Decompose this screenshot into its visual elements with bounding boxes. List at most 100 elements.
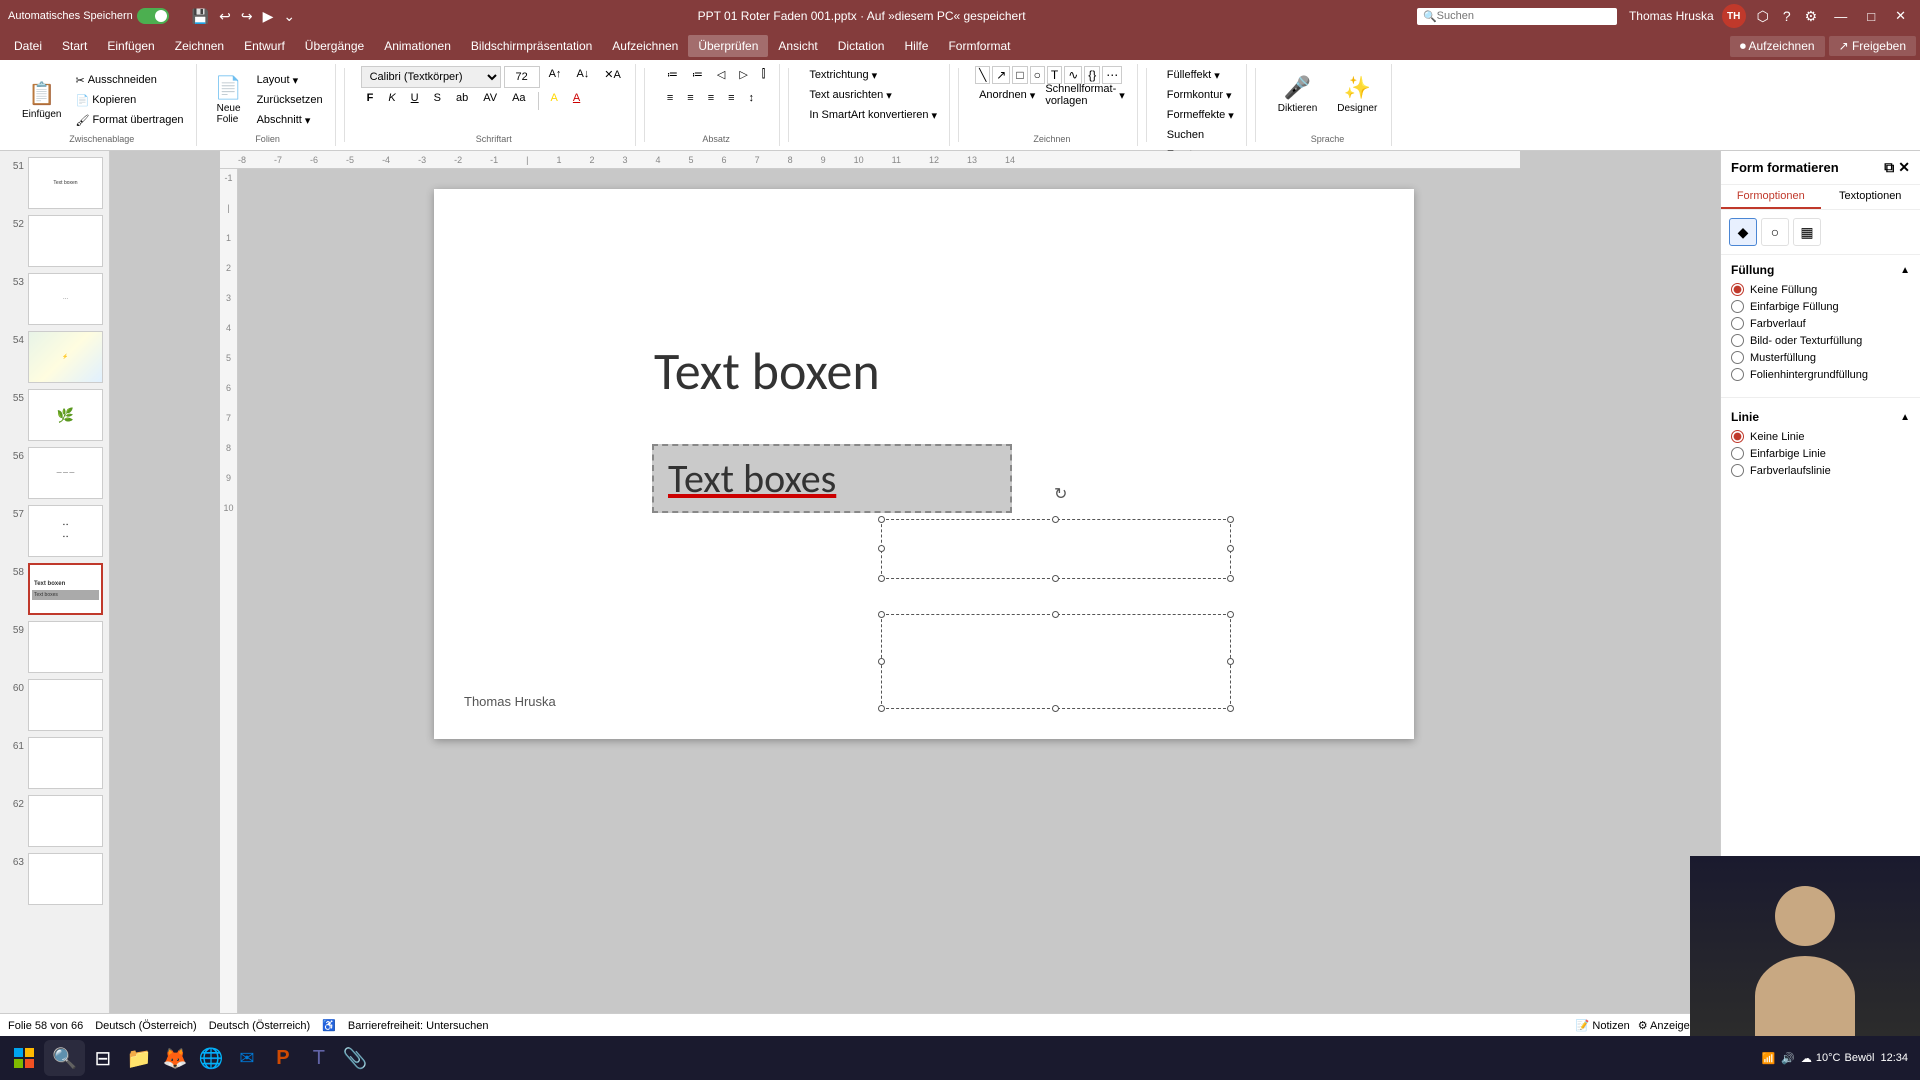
list-ordered-btn[interactable]: ≔ bbox=[686, 66, 709, 88]
btn-diktieren[interactable]: 🎤 Diktieren bbox=[1272, 66, 1323, 122]
handle-bl[interactable] bbox=[878, 575, 885, 582]
radio-keine-linie-input[interactable] bbox=[1731, 430, 1744, 443]
outdent-btn[interactable]: ◁ bbox=[711, 66, 731, 88]
taskbar-teams[interactable]: T bbox=[301, 1040, 337, 1076]
slide-thumb-63[interactable]: 63 bbox=[4, 851, 105, 907]
slide-text-main[interactable]: Text boxen bbox=[654, 339, 880, 403]
wifi-icon[interactable]: 📶 bbox=[1762, 1052, 1776, 1065]
fullung-header[interactable]: Füllung ▲ bbox=[1731, 263, 1910, 277]
handle-mr[interactable] bbox=[1227, 545, 1234, 552]
radio-keine-linie[interactable]: Keine Linie bbox=[1731, 430, 1910, 443]
menu-ansicht[interactable]: Ansicht bbox=[768, 35, 827, 57]
align-right-btn[interactable]: ≡ bbox=[702, 90, 720, 112]
menu-formformat[interactable]: Formformat bbox=[938, 35, 1020, 57]
slide-canvas[interactable]: ↻ Text boxen bbox=[434, 189, 1414, 739]
slide-preview-55[interactable]: 🌿 bbox=[28, 389, 103, 441]
selection-inner[interactable] bbox=[881, 614, 1231, 709]
align-left-btn[interactable]: ≡ bbox=[661, 90, 679, 112]
slide-text-box[interactable]: Text boxes bbox=[652, 444, 1012, 513]
share-icon[interactable]: ⬡ bbox=[1754, 6, 1772, 27]
inner-handle-mr[interactable] bbox=[1227, 658, 1234, 665]
shape-more[interactable]: ⋯ bbox=[1102, 66, 1122, 84]
menu-zeichnen[interactable]: Zeichnen bbox=[165, 35, 234, 57]
italic-btn[interactable]: K bbox=[382, 90, 401, 112]
shape-line[interactable]: ╲ bbox=[975, 66, 990, 84]
btn-schnellformat[interactable]: Schnellformat-vorlagen ▾ bbox=[1041, 86, 1128, 104]
radio-keine-fullung[interactable]: Keine Füllung bbox=[1731, 283, 1910, 296]
slide-thumb-62[interactable]: 62 bbox=[4, 793, 105, 849]
btn-aufzeichnen[interactable]: ⏺ Aufzeichnen bbox=[1730, 36, 1825, 57]
inner-handle-tc[interactable] bbox=[1052, 611, 1059, 618]
menu-aufzeichnen[interactable]: Aufzeichnen bbox=[602, 35, 688, 57]
radio-einfarbige-fullung-input[interactable] bbox=[1731, 300, 1744, 313]
canvas-area[interactable]: -8-7-6-5-4-3-2-1|1234567891011121314 -1|… bbox=[110, 151, 1720, 1013]
align-justify-btn[interactable]: ≡ bbox=[722, 90, 740, 112]
list-unordered-btn[interactable]: ≔ bbox=[661, 66, 684, 88]
detach-btn[interactable]: ⧉ bbox=[1884, 159, 1894, 176]
menu-datei[interactable]: Datei bbox=[4, 35, 52, 57]
shape-curve[interactable]: ∿ bbox=[1064, 66, 1082, 84]
shape-arrow[interactable]: ↗ bbox=[992, 66, 1010, 84]
slide-preview-52[interactable] bbox=[28, 215, 103, 267]
close-btn[interactable]: ✕ bbox=[1889, 6, 1912, 26]
menu-uberprufen[interactable]: Überprüfen bbox=[688, 35, 768, 57]
radio-bild-textur[interactable]: Bild- oder Texturfüllung bbox=[1731, 334, 1910, 347]
radio-muster[interactable]: Musterfüllung bbox=[1731, 351, 1910, 364]
rp-icon-fill[interactable]: ◆ bbox=[1729, 218, 1757, 246]
handle-bc[interactable] bbox=[1052, 575, 1059, 582]
slide-preview-51[interactable]: Text boxen bbox=[28, 157, 103, 209]
inner-handle-tr[interactable] bbox=[1227, 611, 1234, 618]
slide-preview-63[interactable] bbox=[28, 853, 103, 905]
slide-preview-59[interactable] bbox=[28, 621, 103, 673]
handle-br[interactable] bbox=[1227, 575, 1234, 582]
save-icon[interactable]: 💾 bbox=[189, 6, 212, 27]
tab-textoptionen[interactable]: Textoptionen bbox=[1821, 185, 1920, 209]
line-spacing-btn[interactable]: ↕ bbox=[743, 90, 761, 112]
clear-format-btn[interactable]: ✕A bbox=[598, 66, 627, 88]
align-center-btn[interactable]: ≡ bbox=[681, 90, 699, 112]
start-button[interactable] bbox=[4, 1038, 44, 1078]
slide-preview-61[interactable] bbox=[28, 737, 103, 789]
present-icon[interactable]: ▶ bbox=[260, 6, 277, 27]
btn-layout[interactable]: Layout ▾ bbox=[253, 71, 327, 89]
btn-text-ausrichten[interactable]: Text ausrichten ▾ bbox=[805, 86, 941, 104]
radio-farbverlauf-input[interactable] bbox=[1731, 317, 1744, 330]
menu-einfugen[interactable]: Einfügen bbox=[97, 35, 164, 57]
autosave-area[interactable]: Automatisches Speichern bbox=[8, 8, 169, 24]
slide-thumb-53[interactable]: 53 ··· bbox=[4, 271, 105, 327]
taskbar-chrome[interactable]: 🌐 bbox=[193, 1040, 229, 1076]
redo-icon[interactable]: ↪ bbox=[238, 6, 256, 27]
slide-thumb-59[interactable]: 59 bbox=[4, 619, 105, 675]
font-family-select[interactable]: Calibri (Textkörper) bbox=[361, 66, 501, 88]
handle-ml[interactable] bbox=[878, 545, 885, 552]
menu-dictation[interactable]: Dictation bbox=[828, 35, 895, 57]
slide-thumb-51[interactable]: 51 Text boxen bbox=[4, 155, 105, 211]
font-size-input[interactable] bbox=[504, 66, 540, 88]
menu-start[interactable]: Start bbox=[52, 35, 97, 57]
slide-thumb-61[interactable]: 61 bbox=[4, 735, 105, 791]
radio-keine-fullung-input[interactable] bbox=[1731, 283, 1744, 296]
shape-brace[interactable]: {} bbox=[1084, 66, 1100, 84]
customize-icon[interactable]: ⌄ bbox=[280, 6, 298, 27]
help-icon[interactable]: ? bbox=[1780, 6, 1794, 26]
btn-formeffekte[interactable]: Formeffekte ▾ bbox=[1163, 106, 1238, 124]
radio-bild-textur-input[interactable] bbox=[1731, 334, 1744, 347]
btn-suchen[interactable]: Suchen bbox=[1163, 126, 1238, 144]
taskbar-firefox[interactable]: 🦊 bbox=[157, 1040, 193, 1076]
selection-outer[interactable] bbox=[881, 519, 1231, 579]
slide-preview-60[interactable] bbox=[28, 679, 103, 731]
minimize-btn[interactable]: — bbox=[1828, 7, 1853, 26]
menu-entwurf[interactable]: Entwurf bbox=[234, 35, 295, 57]
btn-fullung[interactable]: Fülleffekt ▾ bbox=[1163, 66, 1238, 84]
btn-designer[interactable]: ✨ Designer bbox=[1331, 66, 1383, 122]
slide-preview-54[interactable]: ⚡ bbox=[28, 331, 103, 383]
bold-btn[interactable]: F bbox=[361, 90, 380, 112]
search-input[interactable] bbox=[1437, 10, 1597, 22]
font-increase-btn[interactable]: A↑ bbox=[543, 66, 568, 88]
shape-text[interactable]: T bbox=[1047, 66, 1062, 84]
close-panel-btn[interactable]: ✕ bbox=[1898, 159, 1910, 176]
inner-handle-tl[interactable] bbox=[878, 611, 885, 618]
notizen-btn[interactable]: 📝 Notizen bbox=[1576, 1019, 1630, 1032]
handle-tl[interactable] bbox=[878, 516, 885, 523]
inner-handle-br[interactable] bbox=[1227, 705, 1234, 712]
